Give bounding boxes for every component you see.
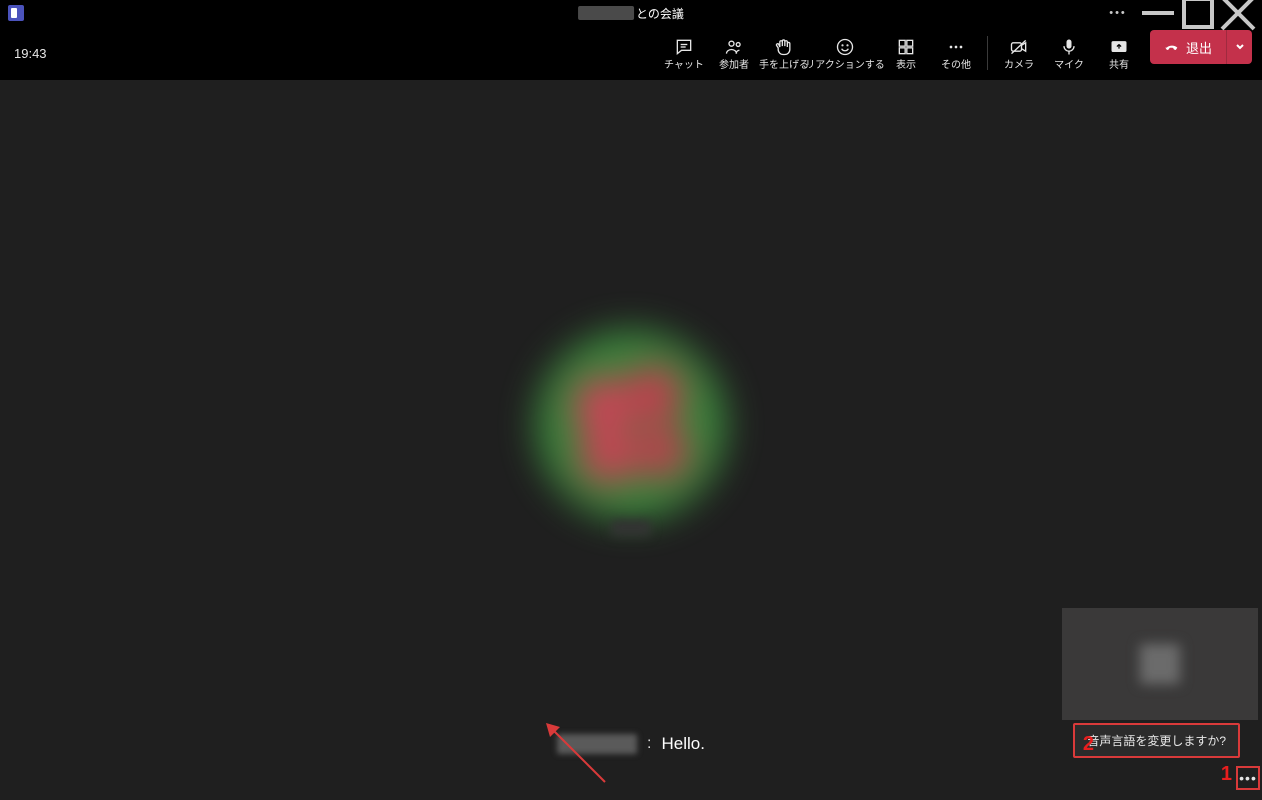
annotation-arrow [540,717,610,792]
share-screen-icon [1109,36,1129,58]
caption-text: Hello. [661,734,704,754]
smile-icon [835,36,855,58]
ellipsis-icon [946,36,966,58]
grid-icon [896,36,916,58]
participant-avatar [536,330,726,520]
meeting-timer: 19:43 [14,46,47,61]
meeting-toolbar: 19:43 チャット 参加者 手を上げる リアクションする [0,26,1262,80]
window-title: との会議 [578,5,684,22]
self-video-tile[interactable] [1062,608,1258,720]
titlebar: との会議 ••• [0,0,1262,26]
chevron-down-icon [1235,42,1245,52]
window-maximize-button[interactable] [1178,0,1218,26]
camera-off-icon [1009,36,1029,58]
hangup-icon [1164,39,1180,55]
people-icon [724,36,744,58]
window-minimize-button[interactable] [1138,0,1178,26]
share-button[interactable]: 共有 [1094,30,1144,76]
hand-icon [774,36,794,58]
leave-button-label: 退出 [1186,38,1212,57]
chat-button[interactable]: チャット [659,30,709,76]
tooltip-text: 音声言語を変更しますか? [1087,734,1226,748]
window-title-suffix: との会議 [636,5,684,22]
ellipsis-icon: ••• [1239,770,1257,786]
mic-icon [1059,36,1079,58]
reactions-button[interactable]: リアクションする [809,30,881,76]
annotation-number-2: 2 [1083,733,1094,756]
meeting-stage: : Hello. 音声言語を変更しますか? ••• 1 2 [0,80,1262,800]
participant-name-redacted [611,520,651,536]
mic-button[interactable]: マイク [1044,30,1094,76]
caption-separator: : [647,735,651,753]
camera-button[interactable]: カメラ [994,30,1044,76]
teams-app-icon [8,5,24,21]
view-button[interactable]: 表示 [881,30,931,76]
titlebar-more-button[interactable]: ••• [1098,0,1138,26]
more-actions-button[interactable]: その他 [931,30,981,76]
caption-settings-button[interactable]: ••• [1236,766,1260,790]
toolbar-separator [987,36,988,70]
window-close-button[interactable] [1218,0,1258,26]
annotation-number-1: 1 [1221,763,1232,786]
language-change-tooltip[interactable]: 音声言語を変更しますか? [1073,723,1240,758]
participants-button[interactable]: 参加者 [709,30,759,76]
redacted-meeting-owner [578,6,634,20]
leave-button[interactable]: 退出 [1150,30,1226,64]
raise-hand-button[interactable]: 手を上げる [759,30,809,76]
leave-options-button[interactable] [1226,30,1252,64]
chat-icon [674,36,694,58]
self-avatar [1140,644,1180,684]
